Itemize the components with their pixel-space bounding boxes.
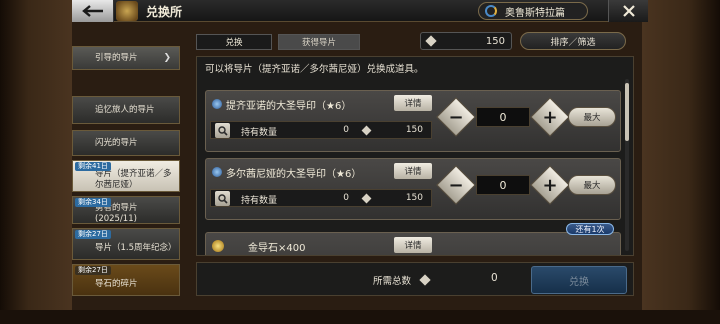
- sidebar-item-label: 导片（提齐亚诺／多尔茜尼娅）: [95, 169, 172, 190]
- seal-icon: [212, 99, 222, 109]
- magnify-icon[interactable]: [215, 123, 230, 138]
- stock-value: 0: [343, 193, 349, 203]
- sidebar-item-label: 引导的导片: [95, 52, 138, 63]
- close-icon: [622, 5, 635, 17]
- remaining-days-badge: 剩余34日: [75, 198, 111, 207]
- sidebar-item-label: 导片（1.5周年纪念）: [95, 242, 177, 253]
- exchange-button[interactable]: 兑换: [531, 266, 627, 294]
- remaining-days-badge: 剩余27日: [75, 266, 111, 275]
- category-sidebar: 引导的导片 ❯ 追忆旅人的导片 闪光的导片 剩余41日 导片（提齐亚诺／多尔茜尼…: [72, 38, 182, 300]
- stock-row: 持有数量 0 150: [210, 121, 432, 139]
- diamond-icon: [361, 125, 372, 136]
- diamond-icon: [361, 193, 372, 204]
- max-button[interactable]: 最大: [568, 175, 616, 195]
- plus-icon: +: [542, 106, 558, 128]
- scrollbar-thumb[interactable]: [625, 83, 629, 141]
- price-value: 150: [405, 125, 423, 135]
- minus-icon: −: [448, 174, 464, 196]
- refresh-icon: [485, 5, 497, 17]
- sort-filter-button[interactable]: 排序／筛选: [520, 32, 626, 50]
- total-label: 所需总数: [373, 276, 412, 287]
- currency-display: 150: [420, 32, 512, 50]
- sidebar-item-guide[interactable]: 引导的导片 ❯: [72, 46, 180, 70]
- diamond-icon: [419, 274, 431, 286]
- price-value: 150: [405, 193, 423, 203]
- back-button[interactable]: [72, 0, 114, 22]
- exchange-item-card: 多尔茜尼娅的大圣导印（★6） 详情 持有数量 0 150 − 0 + 最大: [205, 158, 621, 220]
- remaining-count-badge: 还有1次: [566, 223, 614, 235]
- item-name: 金导石×400: [248, 243, 306, 254]
- diamond-icon: [425, 35, 437, 47]
- currency-amount: 150: [485, 35, 505, 47]
- sidebar-item-shining[interactable]: 闪光的导片: [72, 130, 180, 156]
- item-name: 提齐亚诺的大圣导印（★6）: [226, 101, 352, 112]
- sidebar-item-hero[interactable]: 剩余34日 勇者的导片(2025/11): [72, 196, 180, 224]
- total-value: 0: [491, 272, 498, 284]
- seal-icon: [212, 167, 222, 177]
- story-label: 奥鲁斯特拉篇: [505, 7, 565, 19]
- exchange-emblem-icon: [116, 1, 138, 21]
- sidebar-item-label: 导石的碎片: [95, 278, 138, 289]
- quantity-field[interactable]: 0: [476, 107, 530, 127]
- detail-button[interactable]: 详情: [394, 163, 432, 179]
- stock-row: 持有数量 0 150: [210, 189, 432, 207]
- page-title: 兑换所: [146, 5, 183, 19]
- sidebar-item-label: 追忆旅人的导片: [95, 104, 155, 115]
- bottom-frame-decoration: [0, 310, 720, 324]
- detail-button[interactable]: 详情: [394, 95, 432, 111]
- chevron-down-icon: ❯: [163, 52, 171, 63]
- plus-icon: +: [542, 174, 558, 196]
- story-switch-button[interactable]: 奥鲁斯特拉篇: [478, 2, 588, 20]
- sidebar-item-tiziano[interactable]: 剩余41日 导片（提齐亚诺／多尔茜尼娅）: [72, 160, 180, 192]
- stock-label: 持有数量: [241, 128, 278, 138]
- sidebar-item-fragments[interactable]: 剩余27日 导石的碎片: [72, 264, 180, 296]
- sidebar-item-memory[interactable]: 追忆旅人的导片: [72, 96, 180, 124]
- close-button[interactable]: [608, 0, 648, 22]
- stock-label: 持有数量: [241, 196, 278, 206]
- detail-button[interactable]: 详情: [394, 237, 432, 253]
- quantity-field[interactable]: 0: [476, 175, 530, 195]
- stock-value: 0: [343, 125, 349, 135]
- max-button[interactable]: 最大: [568, 107, 616, 127]
- sidebar-item-anniversary[interactable]: 剩余27日 导片（1.5周年纪念）: [72, 228, 180, 260]
- exchange-item-card: 提齐亚诺的大圣导印（★6） 详情 持有数量 0 150 − 0 + 最大: [205, 90, 621, 152]
- panel-description: 可以将导片（提齐亚诺／多尔茜尼娅）兑换成道具。: [205, 64, 424, 75]
- exchange-footer: 所需总数 0 兑换: [196, 262, 634, 296]
- minus-icon: −: [448, 106, 464, 128]
- left-frame-decoration: [0, 0, 72, 324]
- tab-exchange[interactable]: 兑换: [196, 34, 272, 50]
- tab-obtain[interactable]: 获得导片: [278, 34, 360, 50]
- item-name: 多尔茜尼娅的大圣导印（★6）: [226, 169, 362, 180]
- remaining-days-badge: 剩余27日: [75, 230, 111, 239]
- remaining-days-badge: 剩余41日: [75, 162, 111, 171]
- exchange-item-card: 金导石×400 详情: [205, 232, 621, 255]
- gold-stone-icon: [212, 240, 224, 252]
- back-arrow-icon: [81, 5, 103, 17]
- right-frame-decoration: [642, 0, 720, 324]
- magnify-icon[interactable]: [215, 191, 230, 206]
- sidebar-item-label: 闪光的导片: [95, 137, 138, 148]
